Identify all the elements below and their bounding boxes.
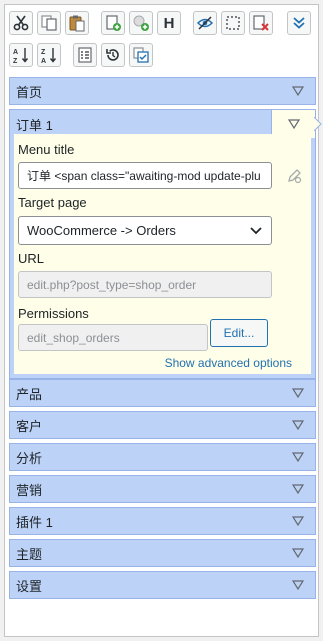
- menu-item-marketing[interactable]: 营销: [9, 475, 316, 503]
- menu-editor-panel: H A Z Z A 首页 订单 1 Menu title 订单 <span cl…: [4, 4, 322, 637]
- new-submenu-icon: [133, 15, 149, 31]
- collapse-toggle-icon: [287, 119, 301, 130]
- sort-za-button[interactable]: Z A: [37, 43, 61, 67]
- hide-button[interactable]: [193, 11, 217, 35]
- delete-icon: [253, 15, 269, 31]
- menu-item-home[interactable]: 首页: [9, 77, 316, 105]
- menu-item-label: 客户: [16, 418, 43, 434]
- expand-toggle-icon[interactable]: [291, 387, 305, 399]
- list-icon: [78, 47, 92, 63]
- sort-az-icon: A Z: [13, 48, 29, 64]
- sort-za-icon: Z A: [41, 48, 57, 64]
- sort-az-button[interactable]: A Z: [9, 43, 33, 67]
- expand-toggle-icon[interactable]: [291, 579, 305, 591]
- url-input[interactable]: edit.php?post_type=shop_order: [18, 271, 272, 298]
- menu-item-products[interactable]: 产品: [9, 379, 316, 407]
- delete-button[interactable]: [249, 11, 273, 35]
- pointer-arrow-icon: [314, 117, 322, 131]
- menu-item-label: 首页: [16, 84, 43, 100]
- menu-item-label: 产品: [16, 386, 43, 402]
- list-button[interactable]: [73, 43, 97, 67]
- menu-item-analytics[interactable]: 分析: [9, 443, 316, 471]
- menu-item-label: 分析: [16, 450, 43, 466]
- permissions-label: Permissions: [18, 306, 89, 321]
- new-menu-button[interactable]: [101, 11, 125, 35]
- reset-button[interactable]: [101, 43, 125, 67]
- menu-title-label: Menu title: [18, 142, 75, 157]
- copy-icon: [41, 15, 57, 31]
- reset-icon: [106, 49, 119, 61]
- menu-item-customers[interactable]: 客户: [9, 411, 316, 439]
- menu-item-plugins[interactable]: 插件 1: [9, 507, 316, 535]
- expand-toggle-icon[interactable]: [291, 547, 305, 559]
- heading-button[interactable]: H: [157, 11, 181, 35]
- expand-toggle-icon[interactable]: [291, 451, 305, 463]
- copy-permissions-button[interactable]: [129, 43, 153, 67]
- menu-item-label: 订单 1: [16, 117, 53, 133]
- menu-item-label: 插件 1: [16, 514, 53, 530]
- paste-button[interactable]: [65, 11, 89, 35]
- paste-icon: [69, 15, 85, 32]
- svg-text:A: A: [41, 58, 46, 64]
- separator-button[interactable]: [221, 11, 245, 35]
- target-page-value: WooCommerce -> Orders: [27, 223, 176, 238]
- new-menu-icon: [106, 15, 121, 31]
- expand-button[interactable]: [287, 11, 311, 35]
- copy-permissions-icon: [133, 47, 149, 63]
- svg-text:A: A: [13, 49, 18, 56]
- pencil-icon[interactable]: [286, 168, 302, 184]
- separator-icon: [226, 16, 240, 30]
- menu-item-themes[interactable]: 主题: [9, 539, 316, 567]
- chevron-down-icon: [250, 227, 262, 235]
- expand-toggle-icon[interactable]: [291, 483, 305, 495]
- toolbar: H A Z Z A: [5, 5, 318, 73]
- expand-toggle-icon[interactable]: [291, 85, 305, 97]
- permissions-input[interactable]: edit_shop_orders: [18, 324, 208, 351]
- show-advanced-options-link[interactable]: Show advanced options: [165, 356, 292, 370]
- new-submenu-button[interactable]: [129, 11, 153, 35]
- menu-item-label: 设置: [16, 578, 43, 594]
- cut-button[interactable]: [9, 11, 33, 35]
- heading-icon: H: [163, 14, 175, 32]
- copy-button[interactable]: [37, 11, 61, 35]
- menu-title-input[interactable]: 订单 <span class="awaiting-mod update-plu: [18, 162, 272, 189]
- menu-item-label: 主题: [16, 546, 43, 562]
- expand-toggle-icon[interactable]: [291, 515, 305, 527]
- menu-item-settings[interactable]: 设置: [9, 571, 316, 599]
- menu-item-label: 营销: [16, 482, 43, 498]
- expand-icon: [293, 17, 305, 29]
- svg-text:Z: Z: [41, 49, 46, 56]
- edit-permissions-button[interactable]: Edit...: [210, 319, 268, 347]
- cut-icon: [13, 15, 29, 31]
- target-page-label: Target page: [18, 195, 87, 210]
- svg-text:Z: Z: [13, 58, 18, 64]
- target-page-select[interactable]: WooCommerce -> Orders: [18, 216, 272, 245]
- menu-item-orders: 订单 1 Menu title 订单 <span class="awaiting…: [9, 109, 322, 379]
- expand-toggle-icon[interactable]: [291, 419, 305, 431]
- hide-icon: [196, 16, 214, 30]
- url-label: URL: [18, 251, 45, 266]
